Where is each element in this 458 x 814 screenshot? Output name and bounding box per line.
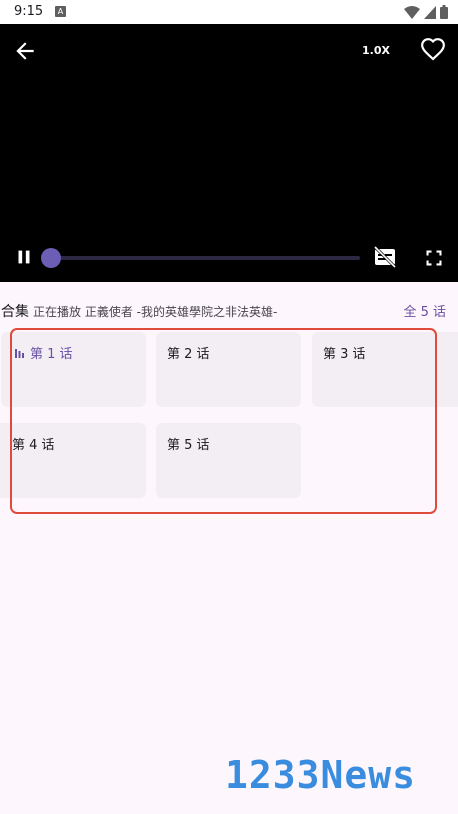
episode-grid: 第 1 话 第 2 话 第 3 话 第 4 话 第 5 话 xyxy=(0,332,458,502)
episode-item[interactable]: 第 3 话 xyxy=(312,332,458,407)
episode-section-title: 合集 xyxy=(1,304,29,320)
now-playing-icon xyxy=(15,349,24,358)
watermark-logo: 1233News xyxy=(225,753,417,797)
battery-icon xyxy=(440,5,448,19)
episode-header: 合集 正在播放 正義使者 -我的英雄學院之非法英雄- 全 5 话 xyxy=(0,298,458,322)
seek-thumb[interactable] xyxy=(41,248,61,268)
all-episodes-link[interactable]: 全 5 话 xyxy=(403,301,446,320)
status-icons xyxy=(404,5,448,19)
episode-label: 第 1 话 xyxy=(30,347,73,362)
subtitles-off-icon[interactable] xyxy=(373,245,397,269)
status-time: 9:15 xyxy=(14,4,44,19)
notification-icon: A xyxy=(55,6,66,17)
episode-label: 第 2 话 xyxy=(167,347,210,362)
seek-bar[interactable] xyxy=(50,256,360,260)
episode-label: 第 3 话 xyxy=(323,347,366,362)
playback-speed-button[interactable]: 1.0X xyxy=(356,41,396,61)
episode-item[interactable]: 第 4 话 xyxy=(0,423,146,498)
now-playing-text: 正在播放 正義使者 -我的英雄學院之非法英雄- xyxy=(33,305,278,319)
back-arrow-icon[interactable] xyxy=(12,38,38,64)
video-player[interactable]: 1.0X xyxy=(0,24,458,282)
episode-label: 第 5 话 xyxy=(167,438,210,453)
status-bar: 9:15 A xyxy=(0,0,458,24)
heart-icon[interactable] xyxy=(420,37,446,63)
wifi-icon xyxy=(404,5,420,19)
fullscreen-icon[interactable] xyxy=(424,248,444,268)
episode-item[interactable]: 第 5 话 xyxy=(156,423,301,498)
episode-label: 第 4 话 xyxy=(12,438,55,453)
pause-icon[interactable] xyxy=(13,246,35,268)
signal-icon xyxy=(424,5,436,19)
episode-item[interactable]: 第 2 话 xyxy=(156,332,301,407)
episode-item[interactable]: 第 1 话 xyxy=(1,332,146,407)
